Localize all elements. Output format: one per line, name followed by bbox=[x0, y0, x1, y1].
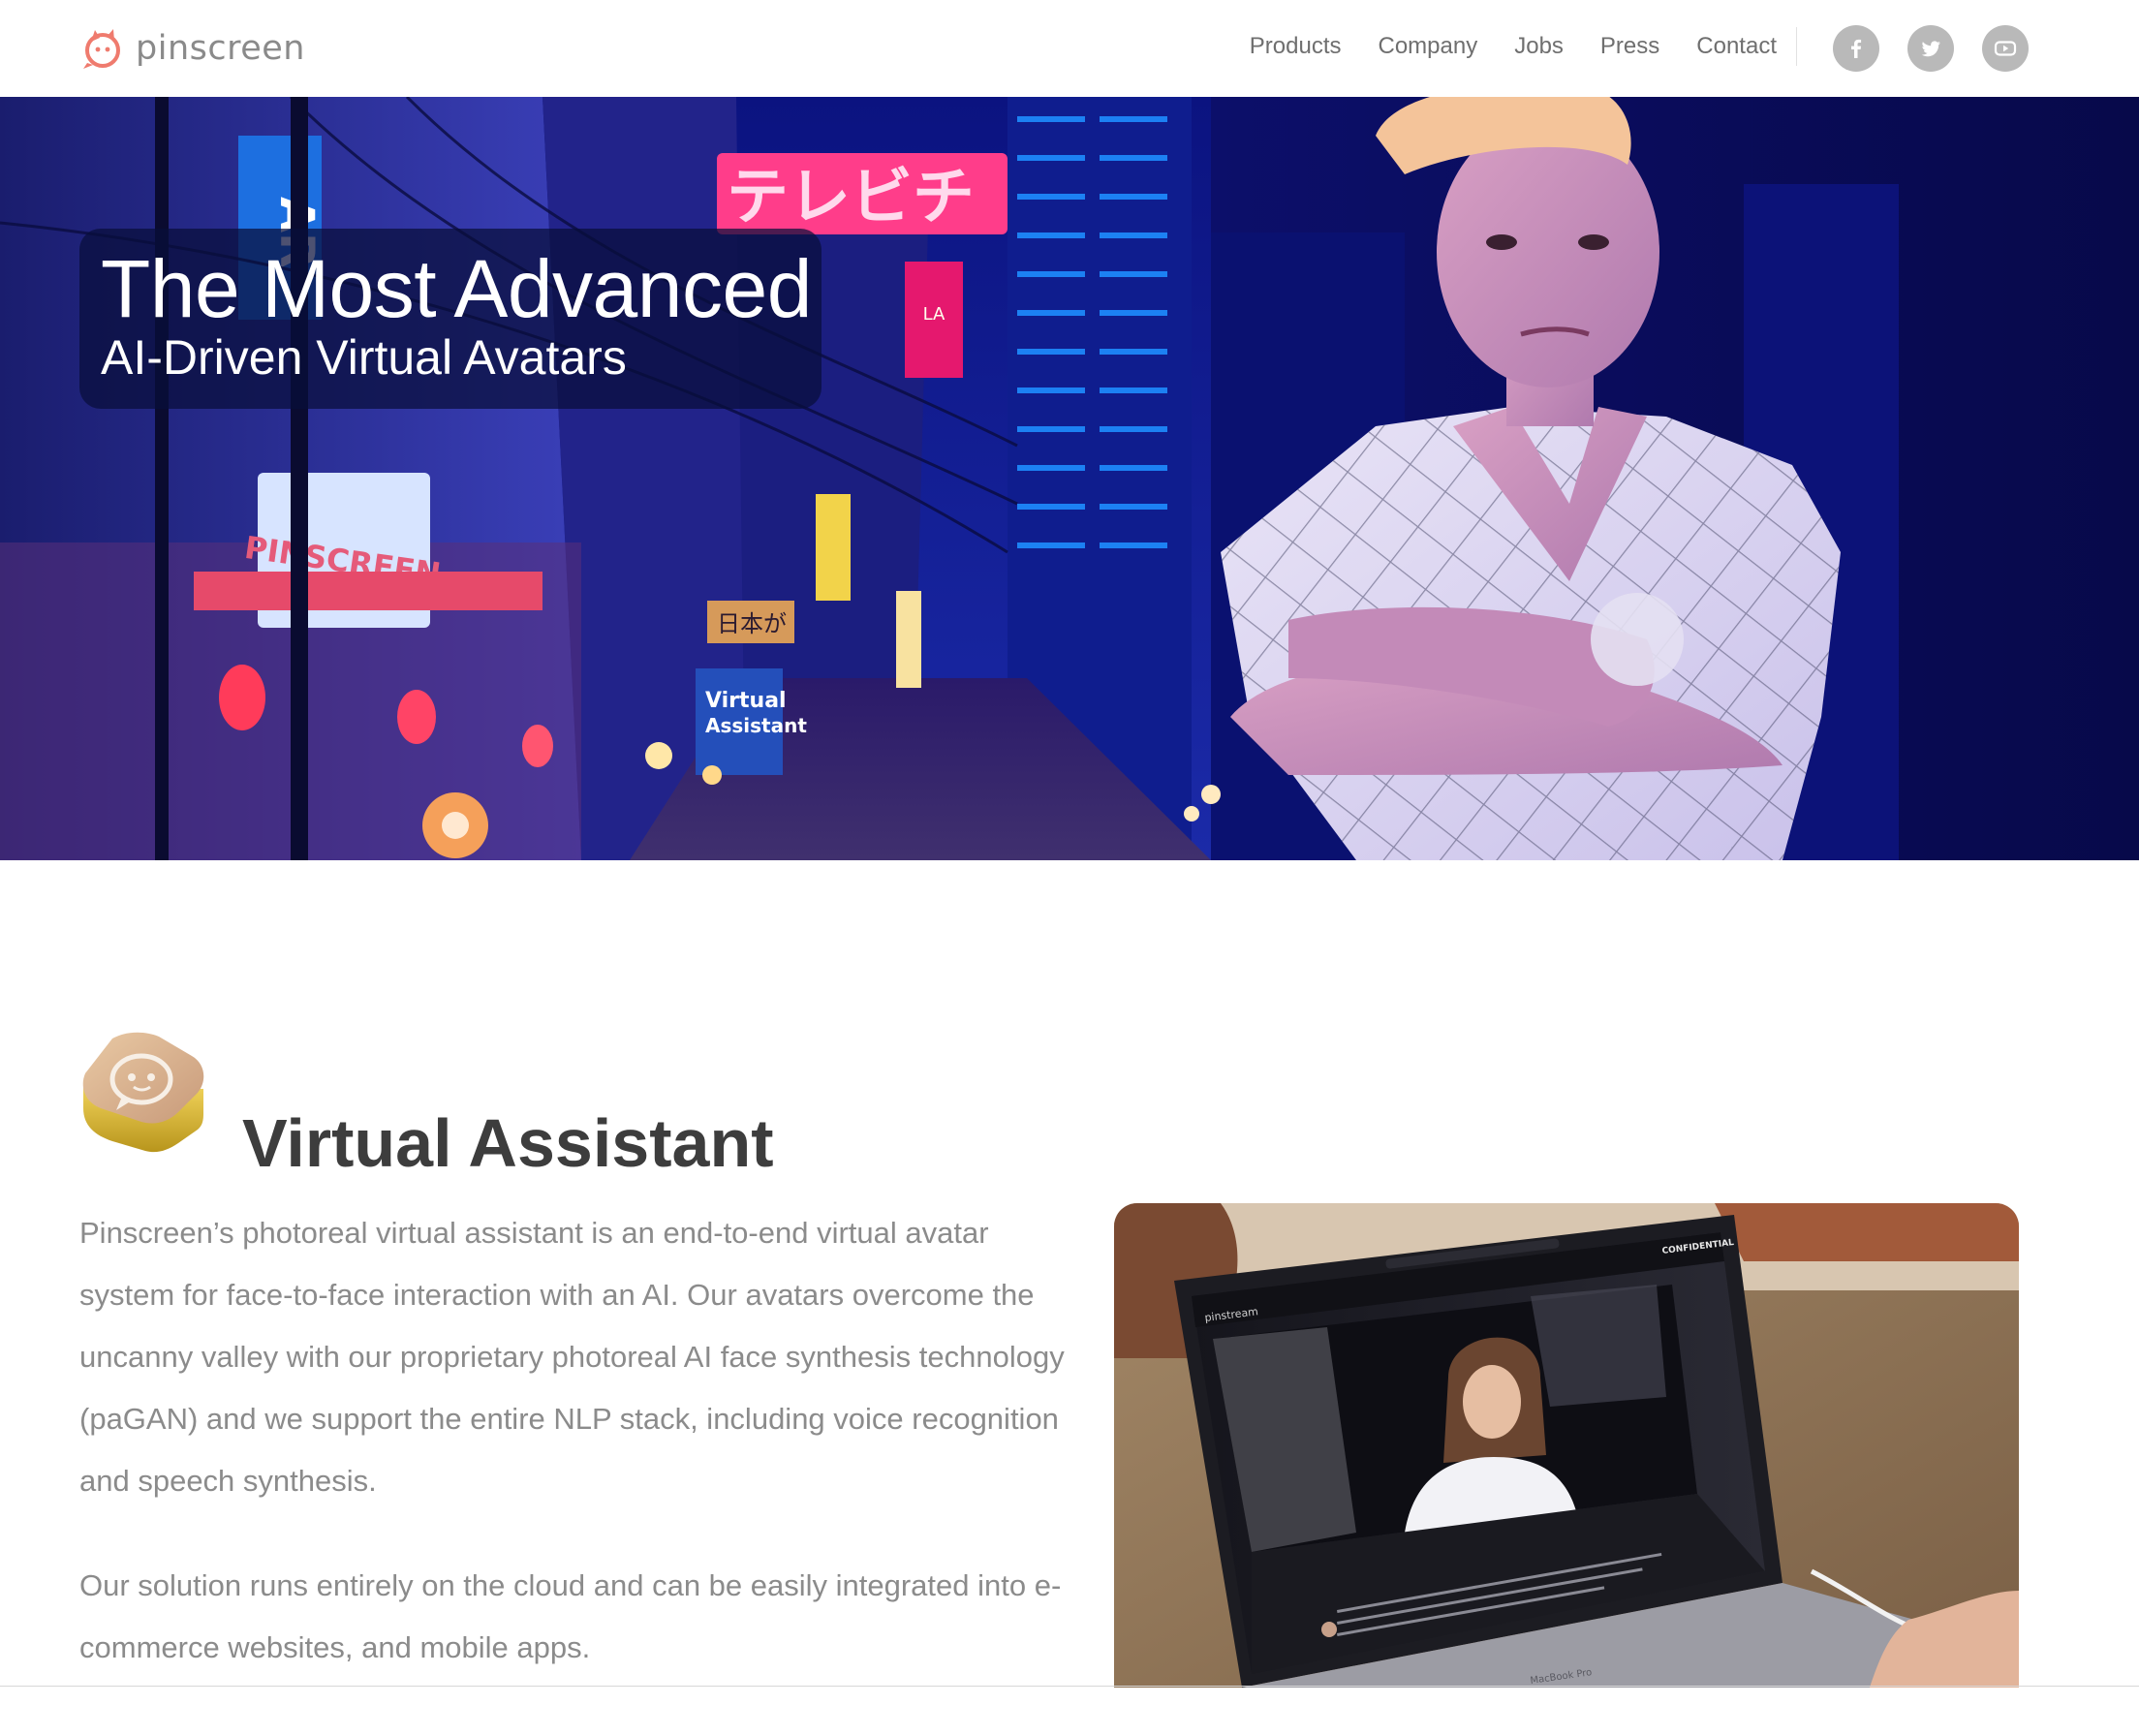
section-title: Virtual Assistant bbox=[242, 1105, 774, 1182]
facebook-button[interactable] bbox=[1833, 25, 1879, 72]
hero-banner: テレビチ AR LA PINSCREEN Virtual Assistant 日… bbox=[0, 97, 2139, 860]
hero-background-image: テレビチ AR LA PINSCREEN Virtual Assistant 日… bbox=[0, 97, 2139, 860]
virtual-assistant-app-icon bbox=[82, 1032, 204, 1153]
twitter-icon bbox=[1921, 41, 1940, 57]
section-paragraph-1: Pinscreen’s photoreal virtual assistant … bbox=[79, 1216, 1065, 1498]
hero-headline-card: The Most Advanced AI-Driven Virtual Avat… bbox=[79, 229, 822, 409]
nav-item-products[interactable]: Products bbox=[1250, 27, 1342, 66]
section-paragraph-2: Our solution runs entirely on the cloud … bbox=[79, 1568, 1062, 1664]
nav-divider bbox=[1796, 27, 1797, 66]
nav-item-jobs[interactable]: Jobs bbox=[1514, 27, 1564, 66]
scene-sign-assistant: Assistant bbox=[705, 714, 807, 737]
youtube-button[interactable] bbox=[1982, 25, 2029, 72]
scene-sign-neon: テレビチ bbox=[727, 162, 975, 233]
video-frame-laptop: pinstream CONFIDENTIAL MacBook Pro bbox=[1114, 1203, 2019, 1688]
top-navigation-bar: pinscreen Products Company Jobs Press Co… bbox=[0, 0, 2139, 97]
scene-sign-la: LA bbox=[923, 304, 946, 325]
youtube-icon bbox=[1994, 41, 2017, 56]
virtual-assistant-video[interactable]: pinstream CONFIDENTIAL MacBook Pro bbox=[1114, 1203, 2019, 1688]
scene-sign-virtual: Virtual bbox=[705, 689, 787, 713]
scene-sign-japanese: 日本が bbox=[717, 610, 787, 637]
brand-name: pinscreen bbox=[136, 29, 305, 68]
hero-subtitle: AI-Driven Virtual Avatars bbox=[101, 330, 627, 385]
hero-title: The Most Advanced bbox=[101, 243, 812, 334]
main-nav: Products Company Jobs Press Contact bbox=[1250, 27, 1777, 66]
twitter-button[interactable] bbox=[1907, 25, 1954, 72]
nav-item-company[interactable]: Company bbox=[1379, 27, 1478, 66]
facebook-icon bbox=[1851, 39, 1862, 58]
page-bottom-divider bbox=[0, 1686, 2139, 1687]
nav-item-press[interactable]: Press bbox=[1600, 27, 1659, 66]
pinscreen-logo-icon bbox=[83, 29, 120, 69]
nav-item-contact[interactable]: Contact bbox=[1696, 27, 1777, 66]
pinscreen-logo[interactable]: pinscreen bbox=[81, 21, 305, 76]
social-links bbox=[1833, 25, 2029, 72]
